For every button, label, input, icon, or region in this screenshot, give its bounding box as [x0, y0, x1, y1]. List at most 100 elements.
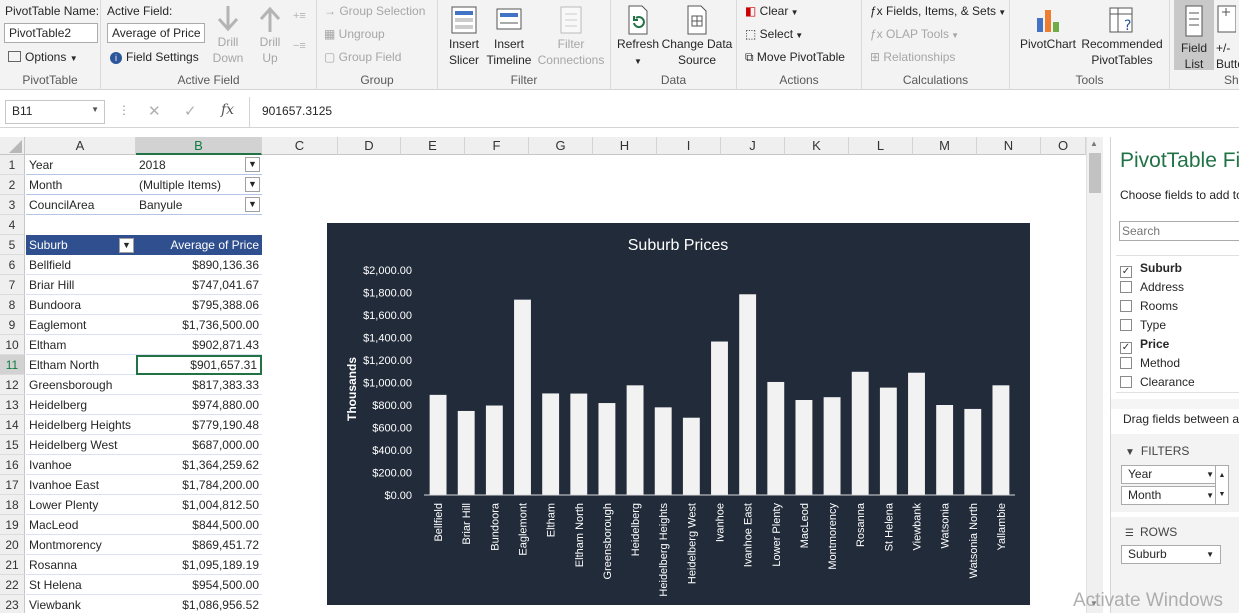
pivottable-name-input[interactable]: PivotTable2	[4, 23, 98, 43]
row-header[interactable]: 22	[0, 575, 25, 595]
cell-b[interactable]	[136, 215, 262, 235]
ungroup-button[interactable]: ▦ Ungroup	[324, 26, 385, 42]
filter-connections-button[interactable]: Filter Connections	[536, 4, 606, 68]
expand-field-icon[interactable]: +≡	[293, 10, 306, 22]
column-header-d[interactable]: D	[338, 137, 401, 155]
chart-bar[interactable]	[514, 299, 531, 495]
field-item[interactable]: ✓ Price	[1120, 336, 1169, 354]
filter-field-pill[interactable]: Month ▼	[1121, 486, 1221, 505]
row-header[interactable]: 11	[0, 355, 25, 375]
cell-b[interactable]: $902,871.43	[136, 335, 262, 355]
relationships-button[interactable]: ⊞ Relationships	[870, 49, 955, 65]
filter-field-pill[interactable]: Year ▼	[1121, 465, 1221, 484]
row-labels-dropdown-icon[interactable]: ▼	[119, 238, 134, 253]
column-header-b[interactable]: B	[136, 137, 262, 155]
row-header[interactable]: 23	[0, 595, 25, 613]
chart-bar[interactable]	[682, 417, 700, 495]
field-item[interactable]: Type	[1120, 317, 1166, 333]
field-item[interactable]: Clearance	[1120, 374, 1195, 390]
row-header[interactable]: 16	[0, 455, 25, 475]
field-item[interactable]: Rooms	[1120, 298, 1178, 314]
chart-bar[interactable]	[429, 394, 447, 495]
column-header-f[interactable]: F	[465, 137, 529, 155]
column-header-a[interactable]: A	[25, 137, 136, 155]
cell-a[interactable]: Rosanna	[26, 555, 136, 575]
column-header-h[interactable]: H	[593, 137, 657, 155]
cell-a[interactable]: Ivanhoe	[26, 455, 136, 475]
cell-a[interactable]: Eltham North	[26, 355, 136, 375]
scroll-up-icon[interactable]: ▲	[1219, 472, 1226, 479]
column-header-g[interactable]: G	[529, 137, 593, 155]
cell-a[interactable]: Month	[26, 175, 136, 195]
chevron-down-icon[interactable]: ▼	[91, 105, 99, 114]
row-header[interactable]: 7	[0, 275, 25, 295]
fields-items-sets-button[interactable]: ƒx Fields, Items, & Sets ▼	[870, 3, 1006, 21]
group-selection-button[interactable]: → Group Selection	[324, 3, 425, 19]
cell-a[interactable]: Heidelberg	[26, 395, 136, 415]
cell-b[interactable]: $1,364,259.62	[136, 455, 262, 475]
cell-a[interactable]: Heidelberg West	[26, 435, 136, 455]
chart-bar[interactable]	[457, 410, 475, 495]
cell-b[interactable]: $901,657.31	[136, 355, 262, 375]
cell-a[interactable]: Eltham	[26, 335, 136, 355]
cell-a[interactable]: Bellfield	[26, 255, 136, 275]
chart-bar[interactable]	[767, 381, 785, 495]
checkbox-icon[interactable]	[1120, 319, 1132, 331]
chevron-down-icon[interactable]: ▼	[1206, 546, 1214, 563]
field-settings-button[interactable]: i Field Settings	[110, 49, 199, 65]
chart-bar[interactable]	[992, 385, 1010, 495]
move-pivottable-button[interactable]: ⧉ Move PivotTable	[745, 49, 845, 65]
row-header[interactable]: 5	[0, 235, 25, 255]
chart-bar[interactable]	[598, 403, 616, 495]
column-header-i[interactable]: I	[657, 137, 721, 155]
checkbox-checked-icon[interactable]: ✓	[1120, 266, 1132, 278]
cell-b[interactable]: $844,500.00	[136, 515, 262, 535]
cell-b[interactable]: $779,190.48	[136, 415, 262, 435]
group-field-button[interactable]: ▢ Group Field	[324, 49, 401, 65]
filters-scroll[interactable]: ▲ ▼	[1215, 465, 1229, 505]
row-header[interactable]: 6	[0, 255, 25, 275]
cell-a[interactable]: Montmorency	[26, 535, 136, 555]
cell-b[interactable]: $974,880.00	[136, 395, 262, 415]
row-header[interactable]: 9	[0, 315, 25, 335]
cell-a[interactable]: St Helena	[26, 575, 136, 595]
cell-a[interactable]: Greensborough	[26, 375, 136, 395]
cell-b[interactable]: $1,784,200.00	[136, 475, 262, 495]
insert-timeline-button[interactable]: Insert Timeline	[486, 4, 532, 68]
collapse-field-icon[interactable]: −≡	[293, 40, 306, 52]
recommended-pivottables-button[interactable]: ? Recommended PivotTables	[1080, 4, 1164, 68]
cell-a[interactable]: Lower Plenty	[26, 495, 136, 515]
chart-bar[interactable]	[823, 397, 841, 495]
cell-b[interactable]: $890,136.36	[136, 255, 262, 275]
column-header-e[interactable]: E	[401, 137, 465, 155]
insert-function-icon[interactable]: fx	[221, 102, 234, 118]
row-header[interactable]: 21	[0, 555, 25, 575]
pivotchart-button[interactable]: PivotChart	[1018, 4, 1078, 52]
formula-input[interactable]: 901657.3125	[249, 97, 1239, 127]
cell-b[interactable]: $1,004,812.50	[136, 495, 262, 515]
cell-a[interactable]: CouncilArea	[26, 195, 136, 215]
column-header-n[interactable]: N	[977, 137, 1041, 155]
chart-bar[interactable]	[936, 405, 954, 495]
checkbox-icon[interactable]	[1120, 357, 1132, 369]
chart-bar[interactable]	[626, 385, 644, 495]
chevron-down-icon[interactable]: ▼	[1206, 487, 1214, 504]
cell-b[interactable]: $869,451.72	[136, 535, 262, 555]
clear-button[interactable]: ◧ Clear ▼	[745, 3, 799, 21]
chart-bar[interactable]	[795, 399, 813, 495]
refresh-button[interactable]: Refresh ▼	[616, 4, 660, 70]
cell-b[interactable]: $687,000.00	[136, 435, 262, 455]
chart-bar[interactable]	[851, 371, 869, 495]
filter-dropdown-icon[interactable]: ▼	[245, 177, 260, 192]
row-header[interactable]: 13	[0, 395, 25, 415]
cell-b[interactable]: Banyule	[136, 195, 262, 215]
cell-a[interactable]: Viewbank	[26, 595, 136, 613]
select-button[interactable]: ⬚ Select ▼	[745, 26, 803, 44]
cell-b[interactable]: (Multiple Items)	[136, 175, 262, 195]
pivot-value-header[interactable]: Average of Price	[136, 235, 262, 255]
cell-b[interactable]: $1,095,189.19	[136, 555, 262, 575]
cell-a[interactable]	[26, 215, 136, 235]
chart-bar[interactable]	[964, 408, 982, 495]
cell-b[interactable]: $1,736,500.00	[136, 315, 262, 335]
olap-tools-button[interactable]: ƒx OLAP Tools ▼	[870, 26, 959, 44]
